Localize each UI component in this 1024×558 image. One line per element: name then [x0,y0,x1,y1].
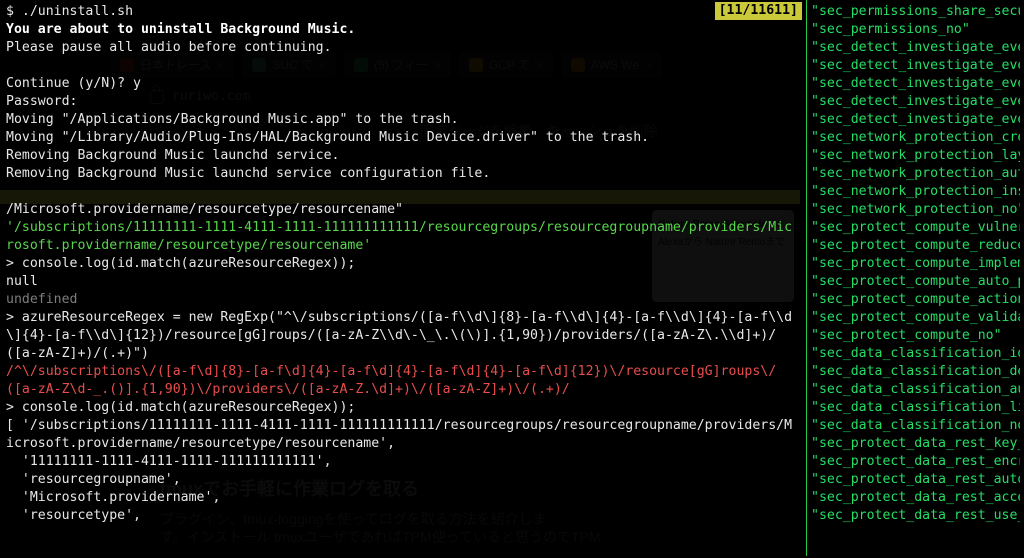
list-item[interactable]: "sec_detect_investigate_even [811,39,1020,57]
list-item[interactable]: "sec_detect_investigate_even [811,111,1020,129]
list-item[interactable]: "sec_data_classification_ide [811,345,1020,363]
list-item[interactable]: "sec_detect_investigate_even [811,75,1020,93]
terminal-line: > azureResourceRegex = new RegExp("^\/su… [6,309,794,363]
terminal-line: 'Microsoft.providername', [6,489,794,507]
right-pane-list[interactable]: "sec_permissions_share_secur"sec_permiss… [806,0,1024,556]
list-item[interactable]: "sec_protect_data_rest_key_m [811,435,1020,453]
list-item[interactable]: "sec_detect_investigate_even [811,57,1020,75]
list-item[interactable]: "sec_protect_compute_auto_pr [811,273,1020,291]
terminal-line: Password: [6,93,794,111]
terminal-line: Removing Background Music launchd servic… [6,147,794,165]
terminal-line: 'resourcetype', [6,507,794,525]
list-item[interactable]: "sec_network_protection_no" [811,201,1020,219]
terminal-line: undefined [6,291,794,309]
terminal-line [6,183,794,201]
terminal-line: > console.log(id.match(azureResourceRege… [6,399,794,417]
list-item[interactable]: "sec_data_classification_lif [811,399,1020,417]
search-counter: [11/11611] [715,2,802,20]
list-item[interactable]: "sec_protect_compute_validat [811,309,1020,327]
terminal-line: You are about to uninstall Background Mu… [6,21,794,39]
list-item[interactable]: "sec_protect_compute_actions [811,291,1020,309]
terminal-pane[interactable]: $ ./uninstall.shYou are about to uninsta… [0,0,800,556]
terminal-line: Please pause all audio before continuing… [6,39,794,57]
terminal-line: '/subscriptions/11111111-1111-4111-1111-… [6,219,794,255]
terminal-line: $ ./uninstall.sh [6,3,794,21]
list-item[interactable]: "sec_protect_compute_impleme [811,255,1020,273]
list-item[interactable]: "sec_data_classification_aut [811,381,1020,399]
terminal-line [6,57,794,75]
list-item[interactable]: "sec_protect_data_rest_acces [811,489,1020,507]
terminal-line: [ '/subscriptions/11111111-1111-4111-111… [6,417,794,453]
terminal-line: '11111111-1111-4111-1111-111111111111', [6,453,794,471]
list-item[interactable]: "sec_data_classification_def [811,363,1020,381]
terminal-line: > console.log(id.match(azureResourceRege… [6,255,794,273]
list-item[interactable]: "sec_permissions_share_secur [811,3,1020,21]
terminal-line: 'resourcegroupname', [6,471,794,489]
terminal-line: null [6,273,794,291]
list-item[interactable]: "sec_protect_compute_reduce_ [811,237,1020,255]
list-item[interactable]: "sec_protect_compute_no" [811,327,1020,345]
terminal-line: Removing Background Music launchd servic… [6,165,794,183]
terminal-line: /Microsoft.providername/resourcetype/res… [6,201,794,219]
terminal-line: Moving "/Library/Audio/Plug-Ins/HAL/Back… [6,129,794,147]
list-item[interactable]: "sec_network_protection_laye [811,147,1020,165]
list-item[interactable]: "sec_network_protection_insp [811,183,1020,201]
list-item[interactable]: "sec_network_protection_crea [811,129,1020,147]
list-item[interactable]: "sec_protect_data_rest_use_p [811,507,1020,525]
list-item[interactable]: "sec_protect_data_rest_encry [811,453,1020,471]
list-item[interactable]: "sec_detect_investigate_even [811,93,1020,111]
list-item[interactable]: "sec_data_classification_no" [811,417,1020,435]
list-item[interactable]: "sec_permissions_no" [811,21,1020,39]
terminal-line: Moving "/Applications/Background Music.a… [6,111,794,129]
terminal-line: Continue (y/N)? y [6,75,794,93]
list-item[interactable]: "sec_network_protection_auto [811,165,1020,183]
list-item[interactable]: "sec_protect_compute_vulnera [811,219,1020,237]
terminal-line: /^\/subscriptions\/([a-f\d]{8}-[a-f\d]{4… [6,363,794,399]
list-item[interactable]: "sec_protect_data_rest_autom [811,471,1020,489]
